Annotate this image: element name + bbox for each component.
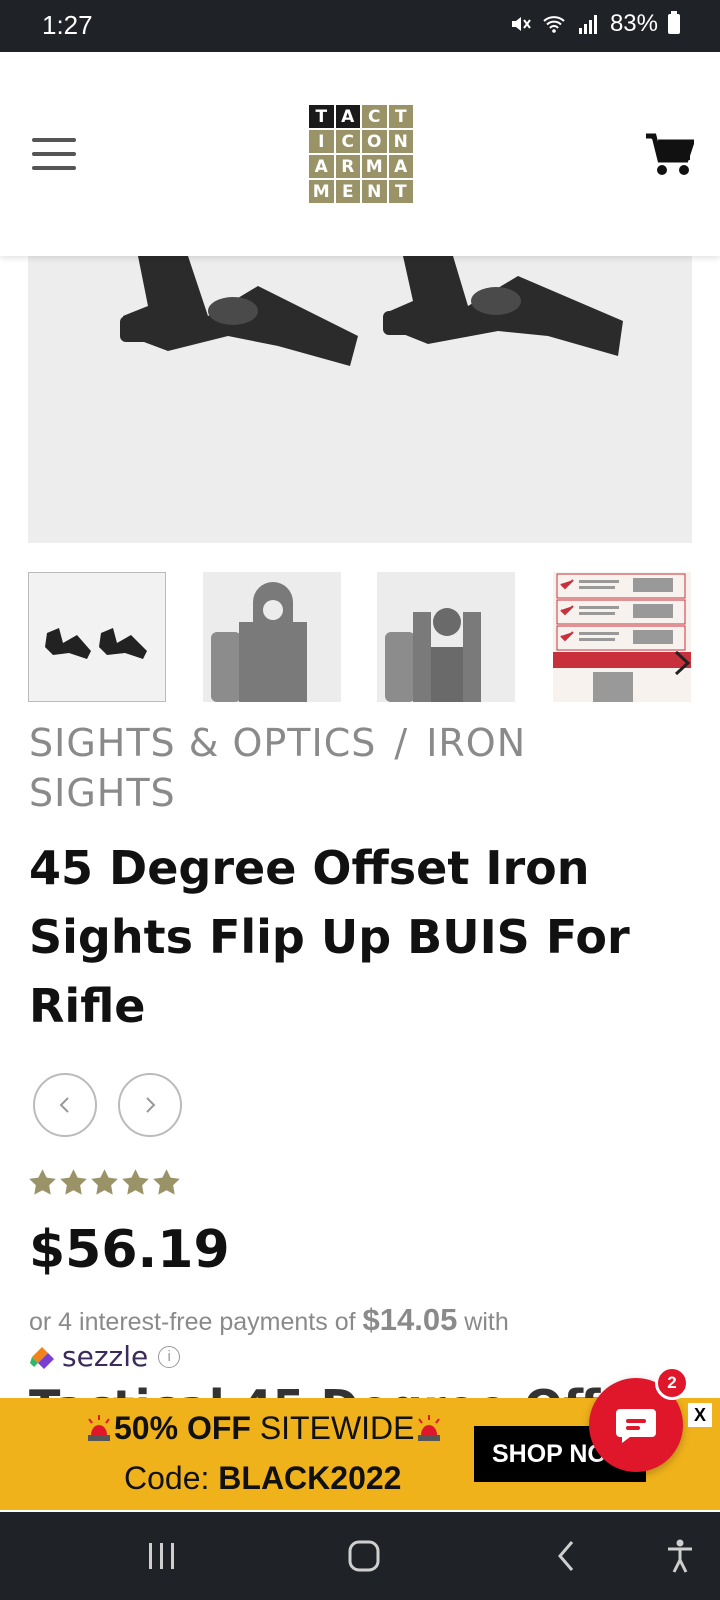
logo-tile: A <box>388 155 413 178</box>
breadcrumb: SIGHTS & OPTICS / IRON SIGHTS <box>29 718 669 818</box>
promo-discount: 50% OFF <box>114 1410 251 1446</box>
star-icon <box>29 1169 56 1195</box>
product-main-image[interactable] <box>28 256 692 543</box>
logo-tile: R <box>335 155 360 178</box>
home-button[interactable] <box>324 1512 404 1600</box>
recent-apps-button[interactable] <box>122 1512 202 1600</box>
battery-percent: 83% <box>609 10 658 37</box>
site-header: T A C T I C O N A R M A M E N T <box>0 52 720 256</box>
site-logo[interactable]: T A C T I C O N A R M A M E N T <box>309 105 413 203</box>
close-promo-button[interactable]: X <box>688 1403 712 1427</box>
thumbnail-1[interactable] <box>28 572 166 702</box>
installments-suffix: with <box>464 1308 509 1336</box>
accessibility-icon <box>668 1539 692 1573</box>
chevron-left-icon <box>59 1097 69 1113</box>
sezzle-wordmark: sezzle <box>62 1340 149 1373</box>
logo-tile: E <box>335 180 360 203</box>
hamburger-menu-icon[interactable] <box>32 138 76 172</box>
thumbnail-4[interactable] <box>553 572 691 702</box>
rating-stars[interactable] <box>28 1168 181 1197</box>
next-product-button[interactable] <box>118 1073 182 1137</box>
star-icon <box>153 1169 180 1195</box>
back-button[interactable] <box>526 1512 606 1600</box>
logo-tile: N <box>362 180 387 203</box>
product-title: 45 Degree Offset Iron Sights Flip Up BUI… <box>29 841 630 1033</box>
home-icon <box>348 1540 380 1572</box>
screen: 1:27 83% T A C T I C O N A R M A M E N T… <box>0 0 720 1600</box>
thumbnail-3[interactable] <box>377 572 515 702</box>
star-icon <box>60 1169 87 1195</box>
thumbnail-strip <box>28 572 692 702</box>
wifi-icon <box>543 16 565 33</box>
battery-icon <box>668 11 680 34</box>
siren-icon <box>88 1415 110 1441</box>
status-icons: 83% <box>508 10 680 38</box>
siren-icon <box>418 1415 441 1441</box>
breadcrumb-separator: / <box>394 721 409 765</box>
system-nav-bar <box>0 1512 720 1600</box>
status-bar: 1:27 83% <box>0 0 720 52</box>
info-icon[interactable]: i <box>158 1345 181 1368</box>
chat-bubble-icon <box>616 1409 656 1443</box>
installments-text: or 4 interest-free payments of $14.05 wi… <box>29 1302 669 1338</box>
logo-tile: M <box>309 180 334 203</box>
cart-icon[interactable] <box>644 130 694 178</box>
product-price: $56.19 <box>29 1220 230 1280</box>
breadcrumb-category-link[interactable]: SIGHTS & OPTICS <box>29 721 376 765</box>
mute-icon <box>511 17 531 31</box>
signal-icon <box>578 15 597 34</box>
chevron-right-icon <box>146 1097 156 1113</box>
star-icon <box>91 1169 118 1195</box>
previous-product-button[interactable] <box>33 1073 97 1137</box>
promo-headline: 50% OFF SITEWIDE <box>84 1410 444 1447</box>
thumbnail-2[interactable] <box>203 572 341 702</box>
accessibility-button[interactable] <box>640 1512 720 1600</box>
promo-discount-suffix: SITEWIDE <box>259 1410 415 1446</box>
installments-prefix: or 4 interest-free payments of <box>29 1308 356 1336</box>
star-icon <box>122 1169 149 1195</box>
promo-code: BLACK2022 <box>218 1460 402 1496</box>
chat-unread-badge: 2 <box>655 1366 689 1400</box>
promo-code-line: Code: BLACK2022 <box>124 1460 401 1497</box>
iron-sights-photo <box>120 256 623 366</box>
logo-tile: A <box>309 155 334 178</box>
logo-tile: C <box>362 105 387 128</box>
chevron-right-icon[interactable] <box>670 648 694 678</box>
logo-tile: T <box>388 180 413 203</box>
recent-apps-icon <box>149 1543 174 1569</box>
logo-tile: N <box>388 130 413 153</box>
logo-tile: A <box>335 105 360 128</box>
sezzle-icon <box>30 1346 54 1369</box>
logo-tile: T <box>309 105 334 128</box>
back-icon <box>558 1541 574 1571</box>
logo-tile: I <box>309 130 334 153</box>
logo-tile: C <box>335 130 360 153</box>
logo-tile: M <box>362 155 387 178</box>
promo-code-label: Code: <box>124 1460 210 1496</box>
installment-amount: $14.05 <box>362 1302 458 1337</box>
logo-tile: T <box>388 105 413 128</box>
sezzle-logo[interactable]: sezzle i <box>28 1340 181 1373</box>
logo-tile: O <box>362 130 387 153</box>
status-time: 1:27 <box>42 10 93 40</box>
